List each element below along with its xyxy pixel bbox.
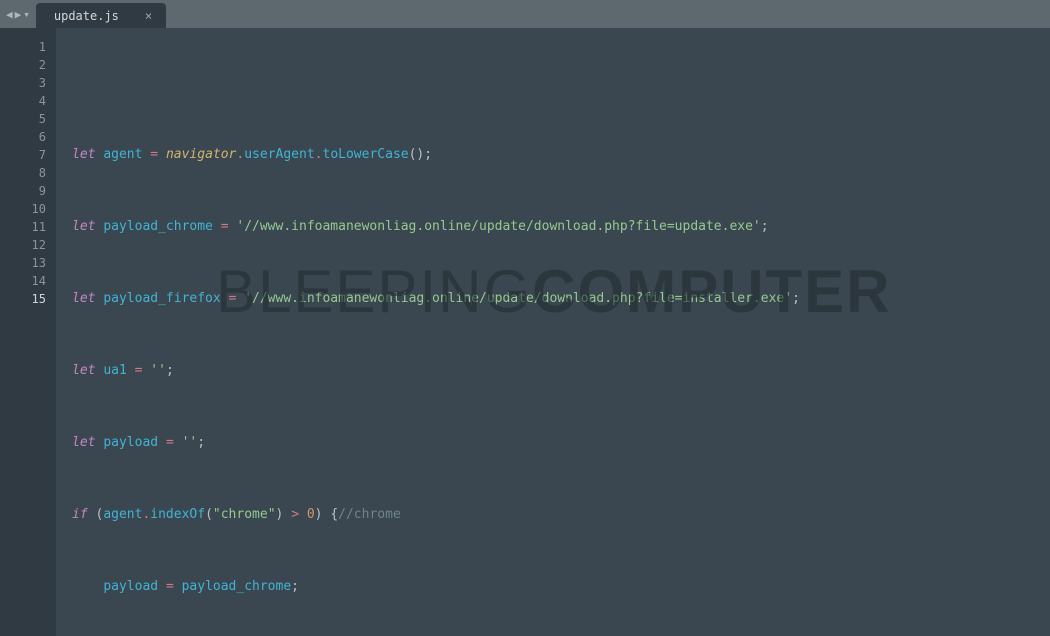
line-number: 5 [0,110,46,128]
code-line: let payload_firefox = '//www.infoamanewo… [72,290,1050,308]
line-number: 12 [0,236,46,254]
code-line: let agent = navigator.userAgent.toLowerC… [72,146,1050,164]
code-line: let ua1 = ''; [72,362,1050,380]
code-line: if (agent.indexOf("chrome") > 0) {//chro… [72,506,1050,524]
line-number: 9 [0,182,46,200]
line-number: 4 [0,92,46,110]
code-line: payload = payload_chrome; [72,578,1050,596]
line-number: 2 [0,56,46,74]
code-line: let payload_chrome = '//www.infoamanewon… [72,218,1050,236]
nav-fwd-icon[interactable]: ▶ [15,8,22,21]
code-line: let payload = ''; [72,434,1050,452]
nav-buttons: ◀ ▶ ▾ [0,0,36,28]
line-number: 10 [0,200,46,218]
line-number: 8 [0,164,46,182]
tab-bar: ◀ ▶ ▾ update.js × [0,0,1050,28]
code-area[interactable]: BLEEPINGCOMPUTER let agent = navigator.u… [56,28,1050,636]
nav-down-icon[interactable]: ▾ [23,8,30,21]
line-number: 1 [0,38,46,56]
tab-update-js[interactable]: update.js × [36,3,166,28]
line-number: 13 [0,254,46,272]
nav-back-icon[interactable]: ◀ [6,8,13,21]
line-number: 15 [0,290,46,308]
line-number: 14 [0,272,46,290]
line-number: 3 [0,74,46,92]
editor: 123456789101112131415 BLEEPINGCOMPUTER l… [0,28,1050,636]
line-number: 6 [0,128,46,146]
line-number: 7 [0,146,46,164]
tab-filename: update.js [54,9,119,23]
line-number-gutter: 123456789101112131415 [0,28,56,636]
line-number: 11 [0,218,46,236]
close-icon[interactable]: × [145,9,152,23]
